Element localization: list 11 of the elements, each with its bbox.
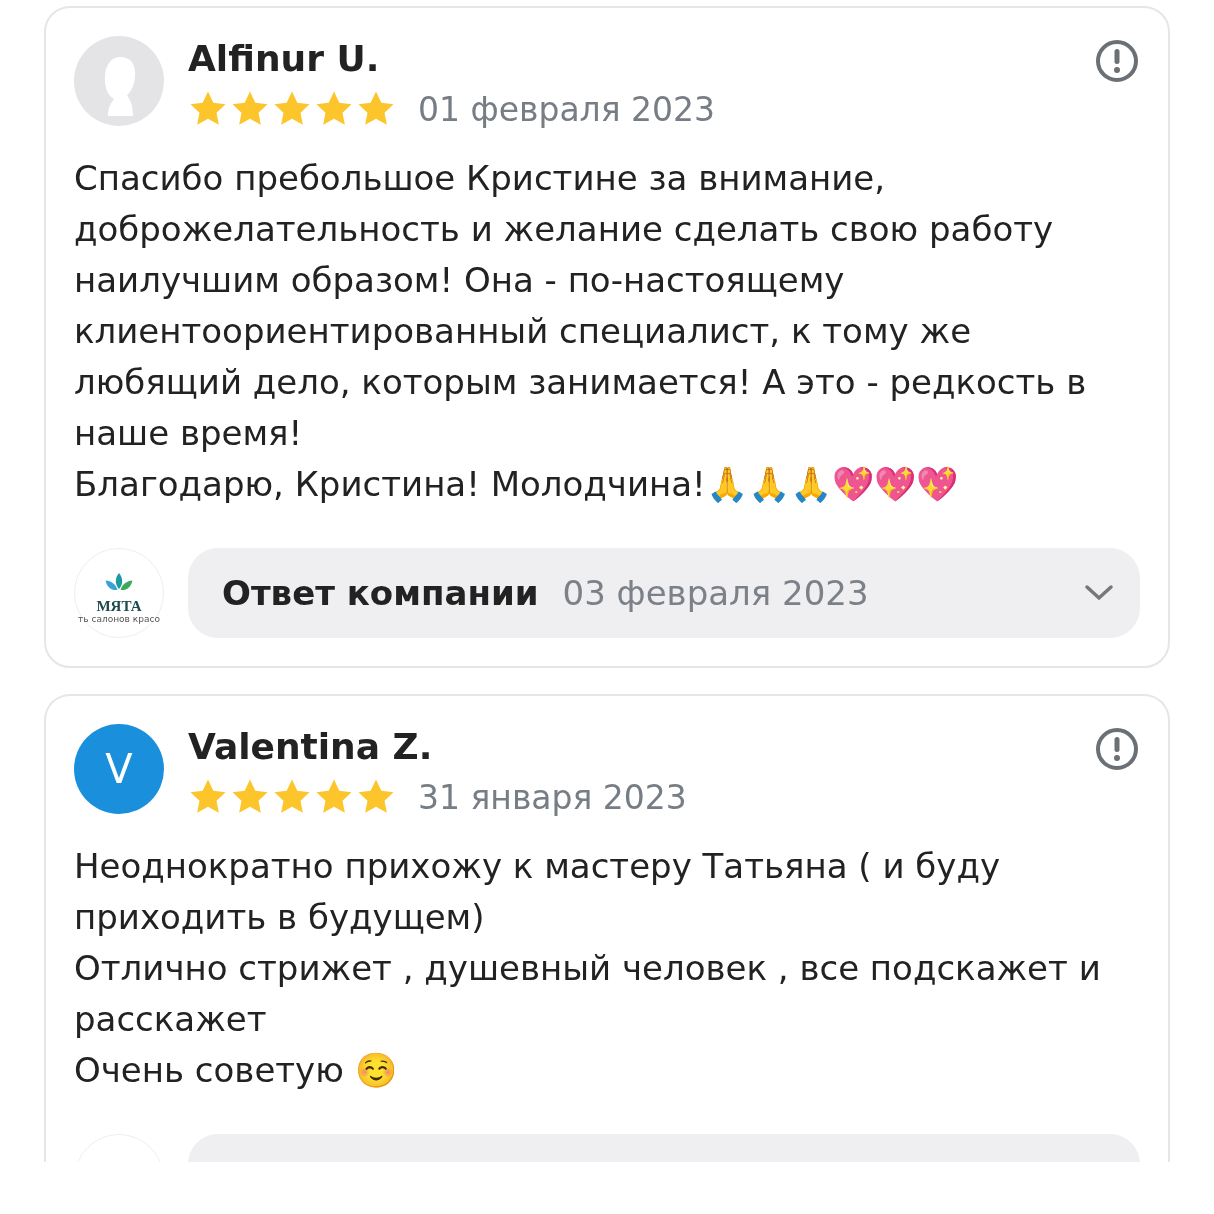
author-name: Valentina Z. <box>188 726 434 767</box>
review-date: 01 февраля 2023 <box>418 89 716 129</box>
review-text: Спасибо пребольшое Кристине за внимание, доброжелательность и желание сделать свою работу наилучшим образом! Она - по-настоящему клиентоориентированный специалист, к тому же любящий дело, которым занимается! А это - редкость в наше время! Благодарю, Кристина! Молодчина!🙏🙏🙏💖💖💖 <box>74 157 1088 506</box>
review-date: 31 января 2023 <box>418 777 687 817</box>
review-text: Неоднократно прихожу к мастеру Татьяна ( и буду приходить в будущем) Отлично стрижет , душевный человек , все подскажет и расскажет Очень советую ☺ <box>74 845 1102 1092</box>
report-icon[interactable] <box>1094 726 1140 772</box>
chevron-icon <box>1084 583 1114 603</box>
author-name: Alfinur U. <box>188 38 381 79</box>
company-reply-button[interactable]: Ответ компании 03 февраля 2023 <box>188 548 1140 638</box>
avatar: V <box>74 724 164 814</box>
report-icon[interactable] <box>1094 38 1140 84</box>
